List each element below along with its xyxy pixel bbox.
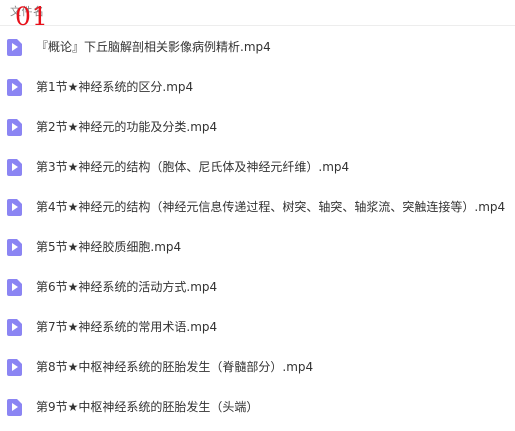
file-row[interactable]: 『概论』下丘脑解剖相关影像病例精析.mp4 xyxy=(0,27,515,67)
file-row[interactable]: 第4节★神经元的结构（神经元信息传递过程、树突、轴突、轴浆流、突触连接等）.mp… xyxy=(0,187,515,227)
file-name[interactable]: 第4节★神经元的结构（神经元信息传递过程、树突、轴突、轴浆流、突触连接等）.mp… xyxy=(36,198,505,216)
file-row[interactable]: 第2节★神经元的功能及分类.mp4 xyxy=(0,107,515,147)
file-row[interactable]: 第5节★神经胶质细胞.mp4 xyxy=(0,227,515,267)
file-row[interactable]: 第8节★中枢神经系统的胚胎发生（脊髓部分）.mp4 xyxy=(0,347,515,387)
file-name[interactable]: 第5节★神经胶质细胞.mp4 xyxy=(36,238,181,256)
file-row[interactable]: 第9节★中枢神经系统的胚胎发生（头端） xyxy=(0,387,515,427)
file-row[interactable]: 第7节★神经系统的常用术语.mp4 xyxy=(0,307,515,347)
file-name[interactable]: 第2节★神经元的功能及分类.mp4 xyxy=(36,118,217,136)
video-file-icon xyxy=(7,239,22,256)
file-name[interactable]: 『概论』下丘脑解剖相关影像病例精析.mp4 xyxy=(36,38,271,56)
file-name[interactable]: 第7节★神经系统的常用术语.mp4 xyxy=(36,318,217,336)
file-name[interactable]: 第3节★神经元的结构（胞体、尼氏体及神经元纤维）.mp4 xyxy=(36,158,349,176)
file-row[interactable]: 第6节★神经系统的活动方式.mp4 xyxy=(0,267,515,307)
video-file-icon xyxy=(7,39,22,56)
file-name[interactable]: 第9节★中枢神经系统的胚胎发生（头端） xyxy=(36,398,258,416)
file-name[interactable]: 第6节★神经系统的活动方式.mp4 xyxy=(36,278,217,296)
video-file-icon xyxy=(7,159,22,176)
file-list: 『概论』下丘脑解剖相关影像病例精析.mp4 第1节★神经系统的区分.mp4 第2… xyxy=(0,27,515,431)
file-name[interactable]: 第1节★神经系统的区分.mp4 xyxy=(36,78,193,96)
file-row[interactable]: 第3节★神经元的结构（胞体、尼氏体及神经元纤维）.mp4 xyxy=(0,147,515,187)
video-file-icon xyxy=(7,119,22,136)
file-name[interactable]: 第8节★中枢神经系统的胚胎发生（脊髓部分）.mp4 xyxy=(36,358,313,376)
file-row[interactable]: 第1节★神经系统的区分.mp4 xyxy=(0,67,515,107)
video-file-icon xyxy=(7,279,22,296)
file-list-header: 文件名 01 xyxy=(0,0,515,31)
video-file-icon xyxy=(7,79,22,96)
video-file-icon xyxy=(7,199,22,216)
video-file-icon xyxy=(7,359,22,376)
video-file-icon xyxy=(7,319,22,336)
video-file-icon xyxy=(7,399,22,416)
